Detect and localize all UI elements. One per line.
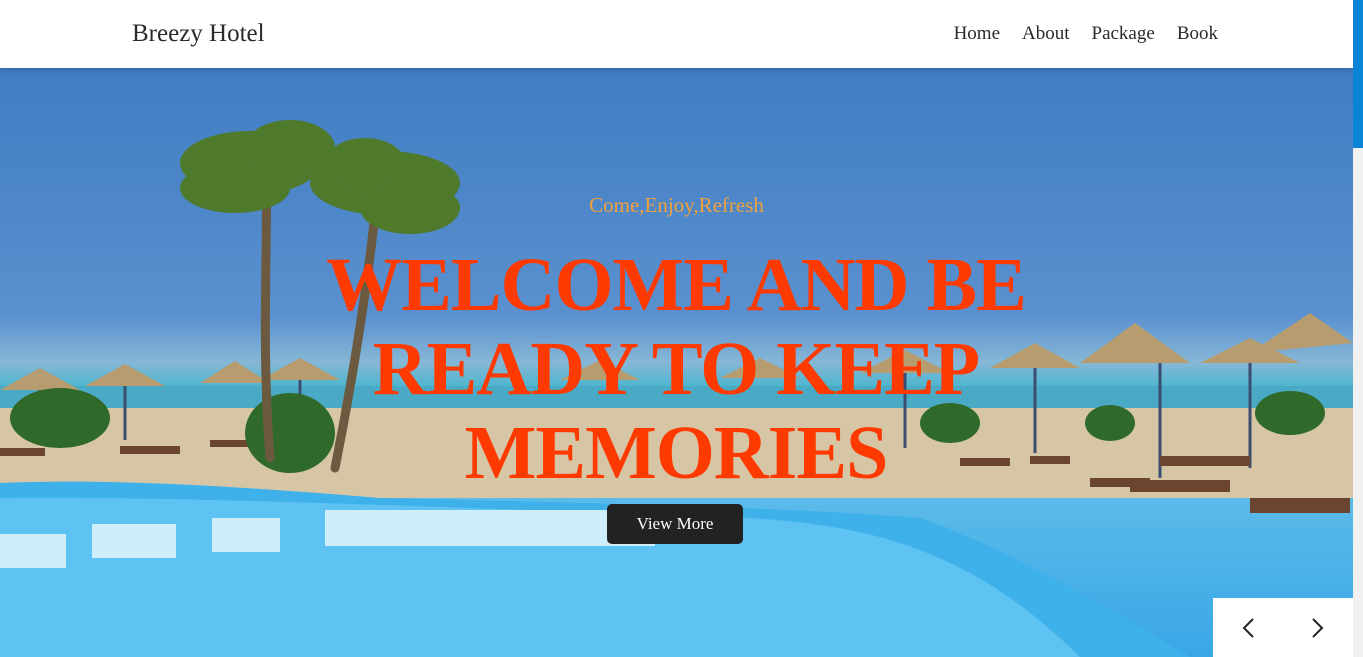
hero-carousel: Come,Enjoy,Refresh WELCOME AND BE READY … — [0, 68, 1353, 657]
nav-links: Home About Package Book — [954, 22, 1218, 46]
carousel-next-button[interactable] — [1283, 598, 1353, 657]
brand-logo[interactable]: Breezy Hotel — [132, 19, 265, 49]
navbar: Breezy Hotel Home About Package Book — [0, 0, 1353, 68]
nav-link-home[interactable]: Home — [954, 22, 1000, 46]
nav-link-about[interactable]: About — [1022, 22, 1070, 46]
chevron-left-icon — [1242, 617, 1254, 638]
chevron-right-icon — [1312, 617, 1324, 638]
nav-link-book[interactable]: Book — [1177, 22, 1218, 46]
view-more-button[interactable]: View More — [607, 504, 743, 544]
hero-tagline: Come,Enjoy,Refresh — [589, 193, 764, 217]
page-scrollbar[interactable] — [1353, 0, 1363, 657]
carousel-controls — [1213, 598, 1353, 657]
carousel-prev-button[interactable] — [1213, 598, 1283, 657]
scrollbar-thumb[interactable] — [1353, 0, 1363, 148]
nav-link-package[interactable]: Package — [1092, 22, 1155, 46]
hero-headline: WELCOME AND BE READY TO KEEP MEMORIES — [326, 243, 1027, 495]
